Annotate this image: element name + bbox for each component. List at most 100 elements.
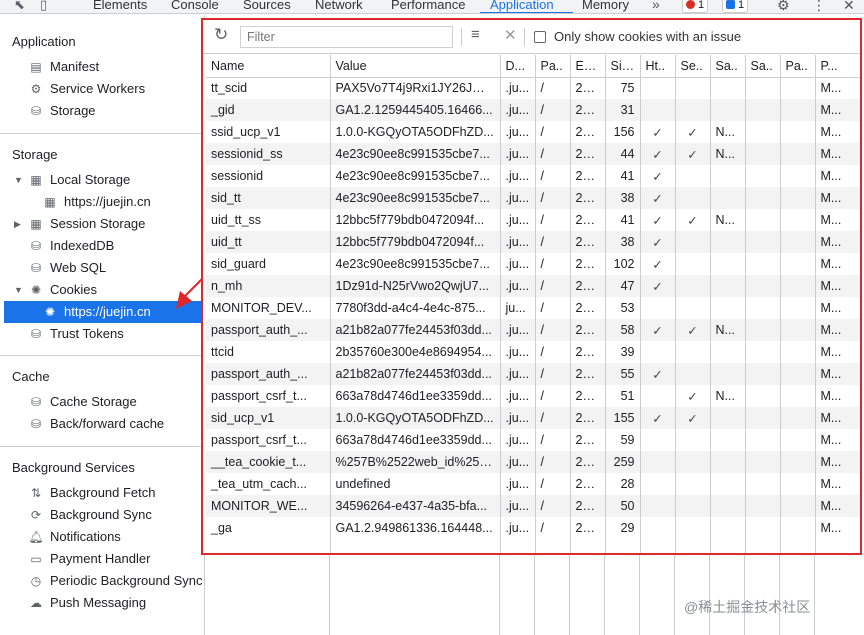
table-cell: ✓ (675, 121, 711, 143)
section-title-application: Application (12, 34, 76, 49)
table-row[interactable]: ssid_ucp_v1 1.0.0-KGQyOTA5ODFhZD... .ju...… (206, 121, 860, 143)
tab-application[interactable]: Application (490, 0, 554, 12)
sidebar-item-back-forward-cache[interactable]: ⛁ Back/forward cache (28, 413, 164, 435)
table-cell (745, 231, 781, 253)
sidebar-item-indexeddb[interactable]: ⛁ IndexedDB (28, 235, 114, 257)
table-cell (780, 297, 816, 319)
table-cell: ssid_ucp_v1 (206, 121, 331, 143)
table-cell (745, 539, 781, 553)
sidebar-item-local-storage-origin[interactable]: ▦ https://juejin.cn (42, 191, 150, 213)
table-row[interactable]: sessionid 4e23c90ee8c991535cbe7... .ju... /… (206, 165, 860, 187)
expand-arrow-icon[interactable]: ▼ (14, 279, 23, 301)
table-cell: .ju... (500, 517, 536, 539)
sidebar-item-payment-handler[interactable]: ▭ Payment Handler (28, 548, 150, 570)
sidebar-item-push-messaging[interactable]: ☁ Push Messaging (28, 592, 146, 614)
message-count-badge[interactable]: 1 (722, 0, 749, 13)
sidebar-item-session-storage[interactable]: ▶ ▦ Session Storage (14, 213, 145, 235)
table-row[interactable]: tt_scid PAX5Vo7T4j9Rxi1JY26JMjt... .ju... /… (206, 77, 860, 99)
table-cell: 20... (570, 121, 606, 143)
table-cell: ✓ (675, 407, 711, 429)
table-cell: ✓ (640, 209, 676, 231)
table-cell: n_mh (206, 275, 331, 297)
tab-sources[interactable]: Sources (243, 0, 291, 12)
table-row[interactable]: uid_tt 12bbc5f779bdb0472094f... .ju.../20.… (206, 231, 860, 253)
table-row[interactable]: passport_csrf_t... 663a78d4746d1ee3359dd.… (206, 385, 860, 407)
table-row[interactable]: _gid GA1.2.1259445405.16466... .ju.../20..… (206, 99, 860, 121)
table-cell: 1.0.0-KGQyOTA5ODFhZD... (330, 121, 501, 143)
sidebar-item-cache-storage[interactable]: ⛁ Cache Storage (28, 391, 137, 413)
tab-elements[interactable]: Elements (93, 0, 147, 12)
device-toolbar-icon[interactable]: ▯ (40, 0, 47, 13)
table-cell: .ju... (500, 77, 536, 99)
tab-performance[interactable]: Performance (391, 0, 465, 12)
table-cell: 20... (570, 187, 606, 209)
tab-network[interactable]: Network (315, 0, 363, 12)
column-header[interactable]: P... (815, 55, 860, 78)
column-header[interactable]: Pa.. (535, 55, 571, 78)
column-header[interactable]: Pa.. (780, 55, 816, 78)
sidebar-item-background-sync[interactable]: ⟳ Background Sync (28, 504, 152, 526)
application-sidebar: Application ▤ Manifest ⚙ Service Workers ⛁… (0, 15, 205, 635)
table-row[interactable]: _tea_utm_cach... undefined .ju.../20... 28 M… (206, 473, 860, 495)
table-cell (640, 495, 676, 517)
sidebar-item-periodic-background-sync[interactable]: ◷ Periodic Background Sync (28, 570, 203, 592)
column-line (639, 555, 640, 635)
expand-arrow-icon[interactable]: ▼ (14, 169, 23, 191)
refresh-icon[interactable]: ↻ (214, 25, 228, 45)
close-devtools-icon[interactable]: ✕ (843, 0, 855, 13)
column-header[interactable]: Size (605, 55, 641, 78)
table-cell: ✓ (675, 209, 711, 231)
table-cell (780, 275, 816, 297)
clear-all-cookies-icon[interactable]: ≡ (471, 26, 480, 43)
table-row[interactable]: __tea_cookie_t... %257B%2522web_id%252...… (206, 451, 860, 473)
more-tabs-icon[interactable]: » (652, 0, 660, 12)
more-options-icon[interactable]: ⋮ (812, 0, 826, 13)
table-row[interactable]: sid_guard 4e23c90ee8c991535cbe7... .ju... /… (206, 253, 860, 275)
sidebar-item-local-storage[interactable]: ▼ ▦ Local Storage (14, 169, 130, 191)
sidebar-item-service-workers[interactable]: ⚙ Service Workers (28, 78, 146, 100)
tab-memory[interactable]: Memory (582, 0, 629, 12)
settings-gear-icon[interactable]: ⚙ (777, 0, 790, 13)
column-header[interactable]: Ex... (570, 55, 606, 78)
only-issues-checkbox[interactable] (534, 31, 546, 43)
column-header[interactable]: Sa.. (710, 55, 746, 78)
filter-input[interactable] (240, 26, 453, 48)
sidebar-item-websql[interactable]: ⛁ Web SQL (28, 257, 106, 279)
table-row[interactable]: sessionid_ss 4e23c90ee8c991535cbe7... .ju.… (206, 143, 860, 165)
table-row[interactable]: passport_auth_... a21b82a077fe24453f03dd.… (206, 363, 860, 385)
column-header[interactable]: Sa.. (745, 55, 781, 78)
table-row[interactable]: _ga GA1.2.949861336.164448... .ju.../20...… (206, 517, 860, 539)
table-cell (710, 429, 746, 451)
table-cell (206, 539, 331, 553)
collapse-arrow-icon[interactable]: ▶ (14, 213, 21, 235)
table-row[interactable]: MONITOR_WE... 34596264-e437-4a35-bfa... .j… (206, 495, 860, 517)
inspect-element-icon[interactable]: ⬉ (14, 0, 25, 13)
table-row[interactable]: n_mh 1Dz91d-N25rVwo2QwjU7... .ju.../20... 4… (206, 275, 860, 297)
column-header[interactable]: Ht.. (640, 55, 676, 78)
sidebar-item-cookies[interactable]: ▼ ✺ Cookies (14, 279, 97, 301)
column-header[interactable]: Value (330, 55, 501, 78)
table-cell: 28 (605, 473, 641, 495)
table-row[interactable]: uid_tt_ss 12bbc5f779bdb0472094f... .ju... /… (206, 209, 860, 231)
column-header[interactable]: Name (206, 55, 331, 78)
table-row[interactable]: MONITOR_DEV... 7780f3dd-a4c4-4e4c-875... j… (206, 297, 860, 319)
table-row[interactable]: sid_tt 4e23c90ee8c991535cbe7... .ju.../20.… (206, 187, 860, 209)
delete-selected-icon[interactable]: ✕ (504, 26, 517, 44)
table-cell: 12bbc5f779bdb0472094f... (330, 209, 501, 231)
sidebar-item-background-fetch[interactable]: ⇅ Background Fetch (28, 482, 156, 504)
table-row[interactable]: ttcid 2b35760e300e4e8694954... .ju.../20..… (206, 341, 860, 363)
tab-console[interactable]: Console (171, 0, 219, 12)
sidebar-item-manifest[interactable]: ▤ Manifest (28, 56, 99, 78)
error-count-badge[interactable]: 1 (682, 0, 709, 13)
sidebar-item-storage[interactable]: ⛁ Storage (28, 100, 96, 122)
sidebar-item-trust-tokens[interactable]: ⛁ Trust Tokens (28, 323, 124, 345)
table-row[interactable]: sid_ucp_v1 1.0.0-KGQyOTA5ODFhZD... .ju... /… (206, 407, 860, 429)
table-row[interactable]: passport_auth_... a21b82a077fe24453f03dd.… (206, 319, 860, 341)
table-header-row: Name Value D... Pa.. Ex... Size Ht.. Se.. Sa.. Sa… (206, 55, 860, 78)
sidebar-item-notifications[interactable]: 🔔︎ Notifications (28, 526, 120, 548)
column-header[interactable]: Se.. (675, 55, 711, 78)
section-divider (0, 446, 204, 447)
column-header[interactable]: D... (500, 55, 536, 78)
table-cell: / (535, 187, 571, 209)
table-row[interactable]: passport_csrf_t... 663a78d4746d1ee3359dd.… (206, 429, 860, 451)
